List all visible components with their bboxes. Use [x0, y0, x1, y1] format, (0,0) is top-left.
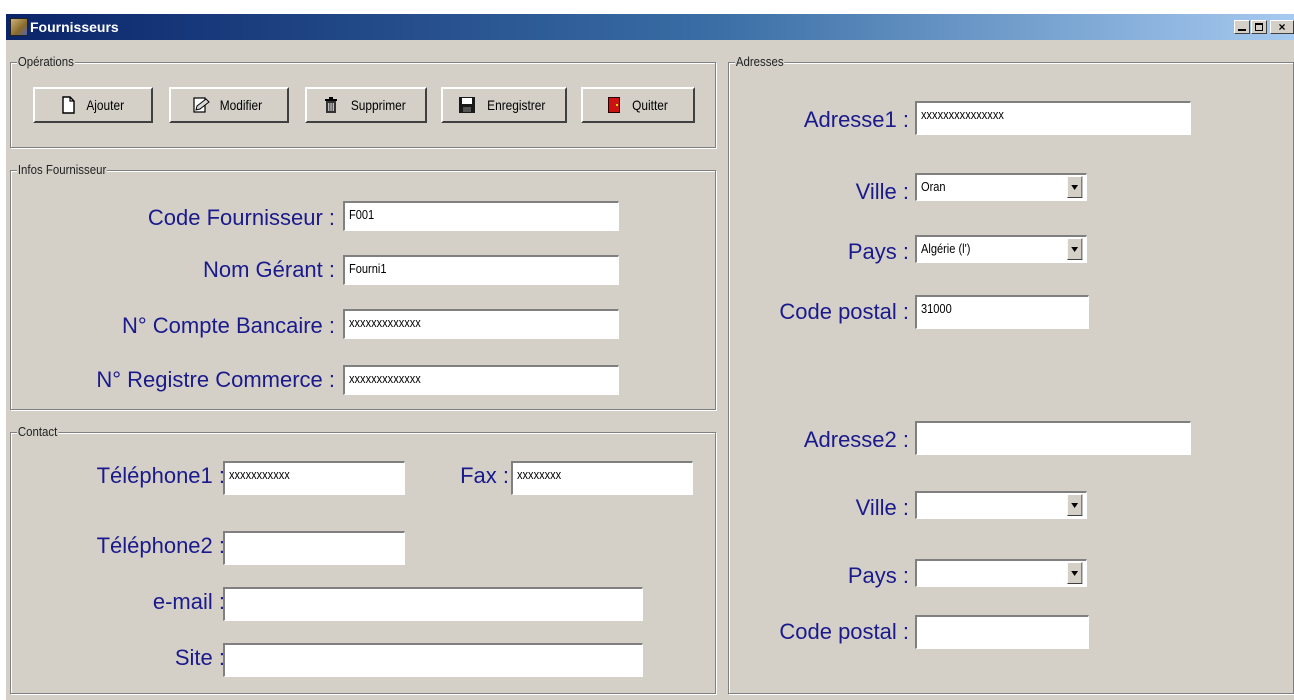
- window-title: Fournisseurs: [30, 19, 119, 35]
- chevron-down-icon[interactable]: [1067, 238, 1083, 260]
- maximize-button[interactable]: [1251, 20, 1267, 34]
- code-fournisseur-field[interactable]: F001: [343, 201, 619, 231]
- adresse2-field[interactable]: [915, 421, 1191, 455]
- ville2-combo[interactable]: [915, 491, 1087, 519]
- registre-commerce-value: xxxxxxxxxxxxx: [349, 371, 421, 386]
- adresses-group: Adresses Adresse1 : xxxxxxxxxxxxxxx Vill…: [728, 54, 1294, 694]
- trash-icon: [322, 96, 340, 114]
- modifier-label: Modifier: [219, 97, 263, 113]
- fax-label: Fax :: [460, 463, 509, 488]
- ajouter-label: Ajouter: [86, 97, 124, 113]
- code-postal2-field[interactable]: [915, 615, 1089, 649]
- title-bar[interactable]: Fournisseurs ×: [6, 14, 1294, 40]
- registre-commerce-label: N° Registre Commerce :: [96, 367, 335, 392]
- app-icon: [10, 18, 28, 36]
- chevron-down-icon[interactable]: [1067, 494, 1083, 516]
- adresse1-field[interactable]: xxxxxxxxxxxxxxx: [915, 101, 1191, 135]
- compte-bancaire-label: N° Compte Bancaire :: [122, 313, 335, 338]
- email-label: e-mail :: [152, 589, 225, 614]
- registre-commerce-field[interactable]: xxxxxxxxxxxxx: [343, 365, 619, 395]
- quitter-button[interactable]: Quitter: [581, 87, 695, 123]
- ville1-label: Ville :: [855, 179, 909, 204]
- minimize-icon: [1238, 29, 1246, 31]
- adresse1-value: xxxxxxxxxxxxxxx: [921, 107, 1004, 122]
- telephone1-field[interactable]: xxxxxxxxxxx: [223, 461, 405, 495]
- adresses-legend: Adresses: [735, 54, 785, 69]
- telephone2-label: Téléphone2 :: [96, 533, 225, 558]
- save-icon: [458, 96, 476, 114]
- supprimer-button[interactable]: Supprimer: [305, 87, 427, 123]
- exit-door-icon: [605, 96, 623, 114]
- code-postal1-label: Code postal :: [779, 299, 909, 324]
- ville1-value: Oran: [921, 179, 946, 194]
- pays1-value: Algérie (l'): [921, 241, 971, 256]
- site-label: Site :: [174, 645, 225, 670]
- pays1-label: Pays :: [847, 239, 909, 264]
- supprimer-label: Supprimer: [350, 97, 406, 113]
- telephone1-label: Téléphone1 :: [96, 463, 225, 488]
- adresse1-label: Adresse1 :: [803, 107, 909, 132]
- enregistrer-label: Enregistrer: [486, 97, 546, 113]
- fournisseurs-window: Fournisseurs × Opérations Ajouter Modifi…: [6, 14, 1294, 700]
- chevron-down-icon[interactable]: [1067, 562, 1083, 584]
- code-postal2-label: Code postal :: [779, 619, 909, 644]
- contact-legend: Contact: [17, 424, 59, 439]
- fax-value: xxxxxxxx: [517, 467, 562, 482]
- compte-bancaire-value: xxxxxxxxxxxxx: [349, 315, 421, 330]
- operations-legend: Opérations: [17, 54, 75, 69]
- modifier-button[interactable]: Modifier: [169, 87, 289, 123]
- edit-icon: [192, 96, 210, 114]
- code-postal1-field[interactable]: 31000: [915, 295, 1089, 329]
- operations-group: Opérations Ajouter Modifier Supprimer En…: [10, 54, 716, 148]
- infos-fournisseur-group: Infos Fournisseur Code Fournisseur : F00…: [10, 162, 716, 410]
- ajouter-button[interactable]: Ajouter: [33, 87, 153, 123]
- close-button[interactable]: ×: [1270, 20, 1294, 34]
- new-document-icon: [59, 96, 77, 114]
- telephone1-value: xxxxxxxxxxx: [229, 467, 290, 482]
- nom-gerant-label: Nom Gérant :: [202, 257, 335, 282]
- ville1-combo[interactable]: Oran: [915, 173, 1087, 201]
- minimize-button[interactable]: [1234, 20, 1250, 34]
- pays1-combo[interactable]: Algérie (l'): [915, 235, 1087, 263]
- pays2-label: Pays :: [847, 563, 909, 588]
- email-field[interactable]: [223, 587, 643, 621]
- fax-field[interactable]: xxxxxxxx: [511, 461, 693, 495]
- maximize-icon: [1255, 23, 1263, 31]
- close-icon: ×: [1278, 20, 1286, 34]
- code-fournisseur-label: Code Fournisseur :: [147, 205, 335, 230]
- nom-gerant-field[interactable]: Fourni1: [343, 255, 619, 285]
- quitter-label: Quitter: [632, 97, 668, 113]
- contact-group: Contact Téléphone1 : xxxxxxxxxxx Fax : x…: [10, 424, 716, 694]
- compte-bancaire-field[interactable]: xxxxxxxxxxxxx: [343, 309, 619, 339]
- enregistrer-button[interactable]: Enregistrer: [441, 87, 567, 123]
- code-fournisseur-value: F001: [349, 207, 375, 222]
- nom-gerant-value: Fourni1: [349, 261, 387, 276]
- code-postal1-value: 31000: [921, 301, 952, 316]
- ville2-label: Ville :: [855, 495, 909, 520]
- telephone2-field[interactable]: [223, 531, 405, 565]
- infos-legend: Infos Fournisseur: [17, 162, 108, 177]
- adresse2-label: Adresse2 :: [803, 427, 909, 452]
- chevron-down-icon[interactable]: [1067, 176, 1083, 198]
- site-field[interactable]: [223, 643, 643, 677]
- pays2-combo[interactable]: [915, 559, 1087, 587]
